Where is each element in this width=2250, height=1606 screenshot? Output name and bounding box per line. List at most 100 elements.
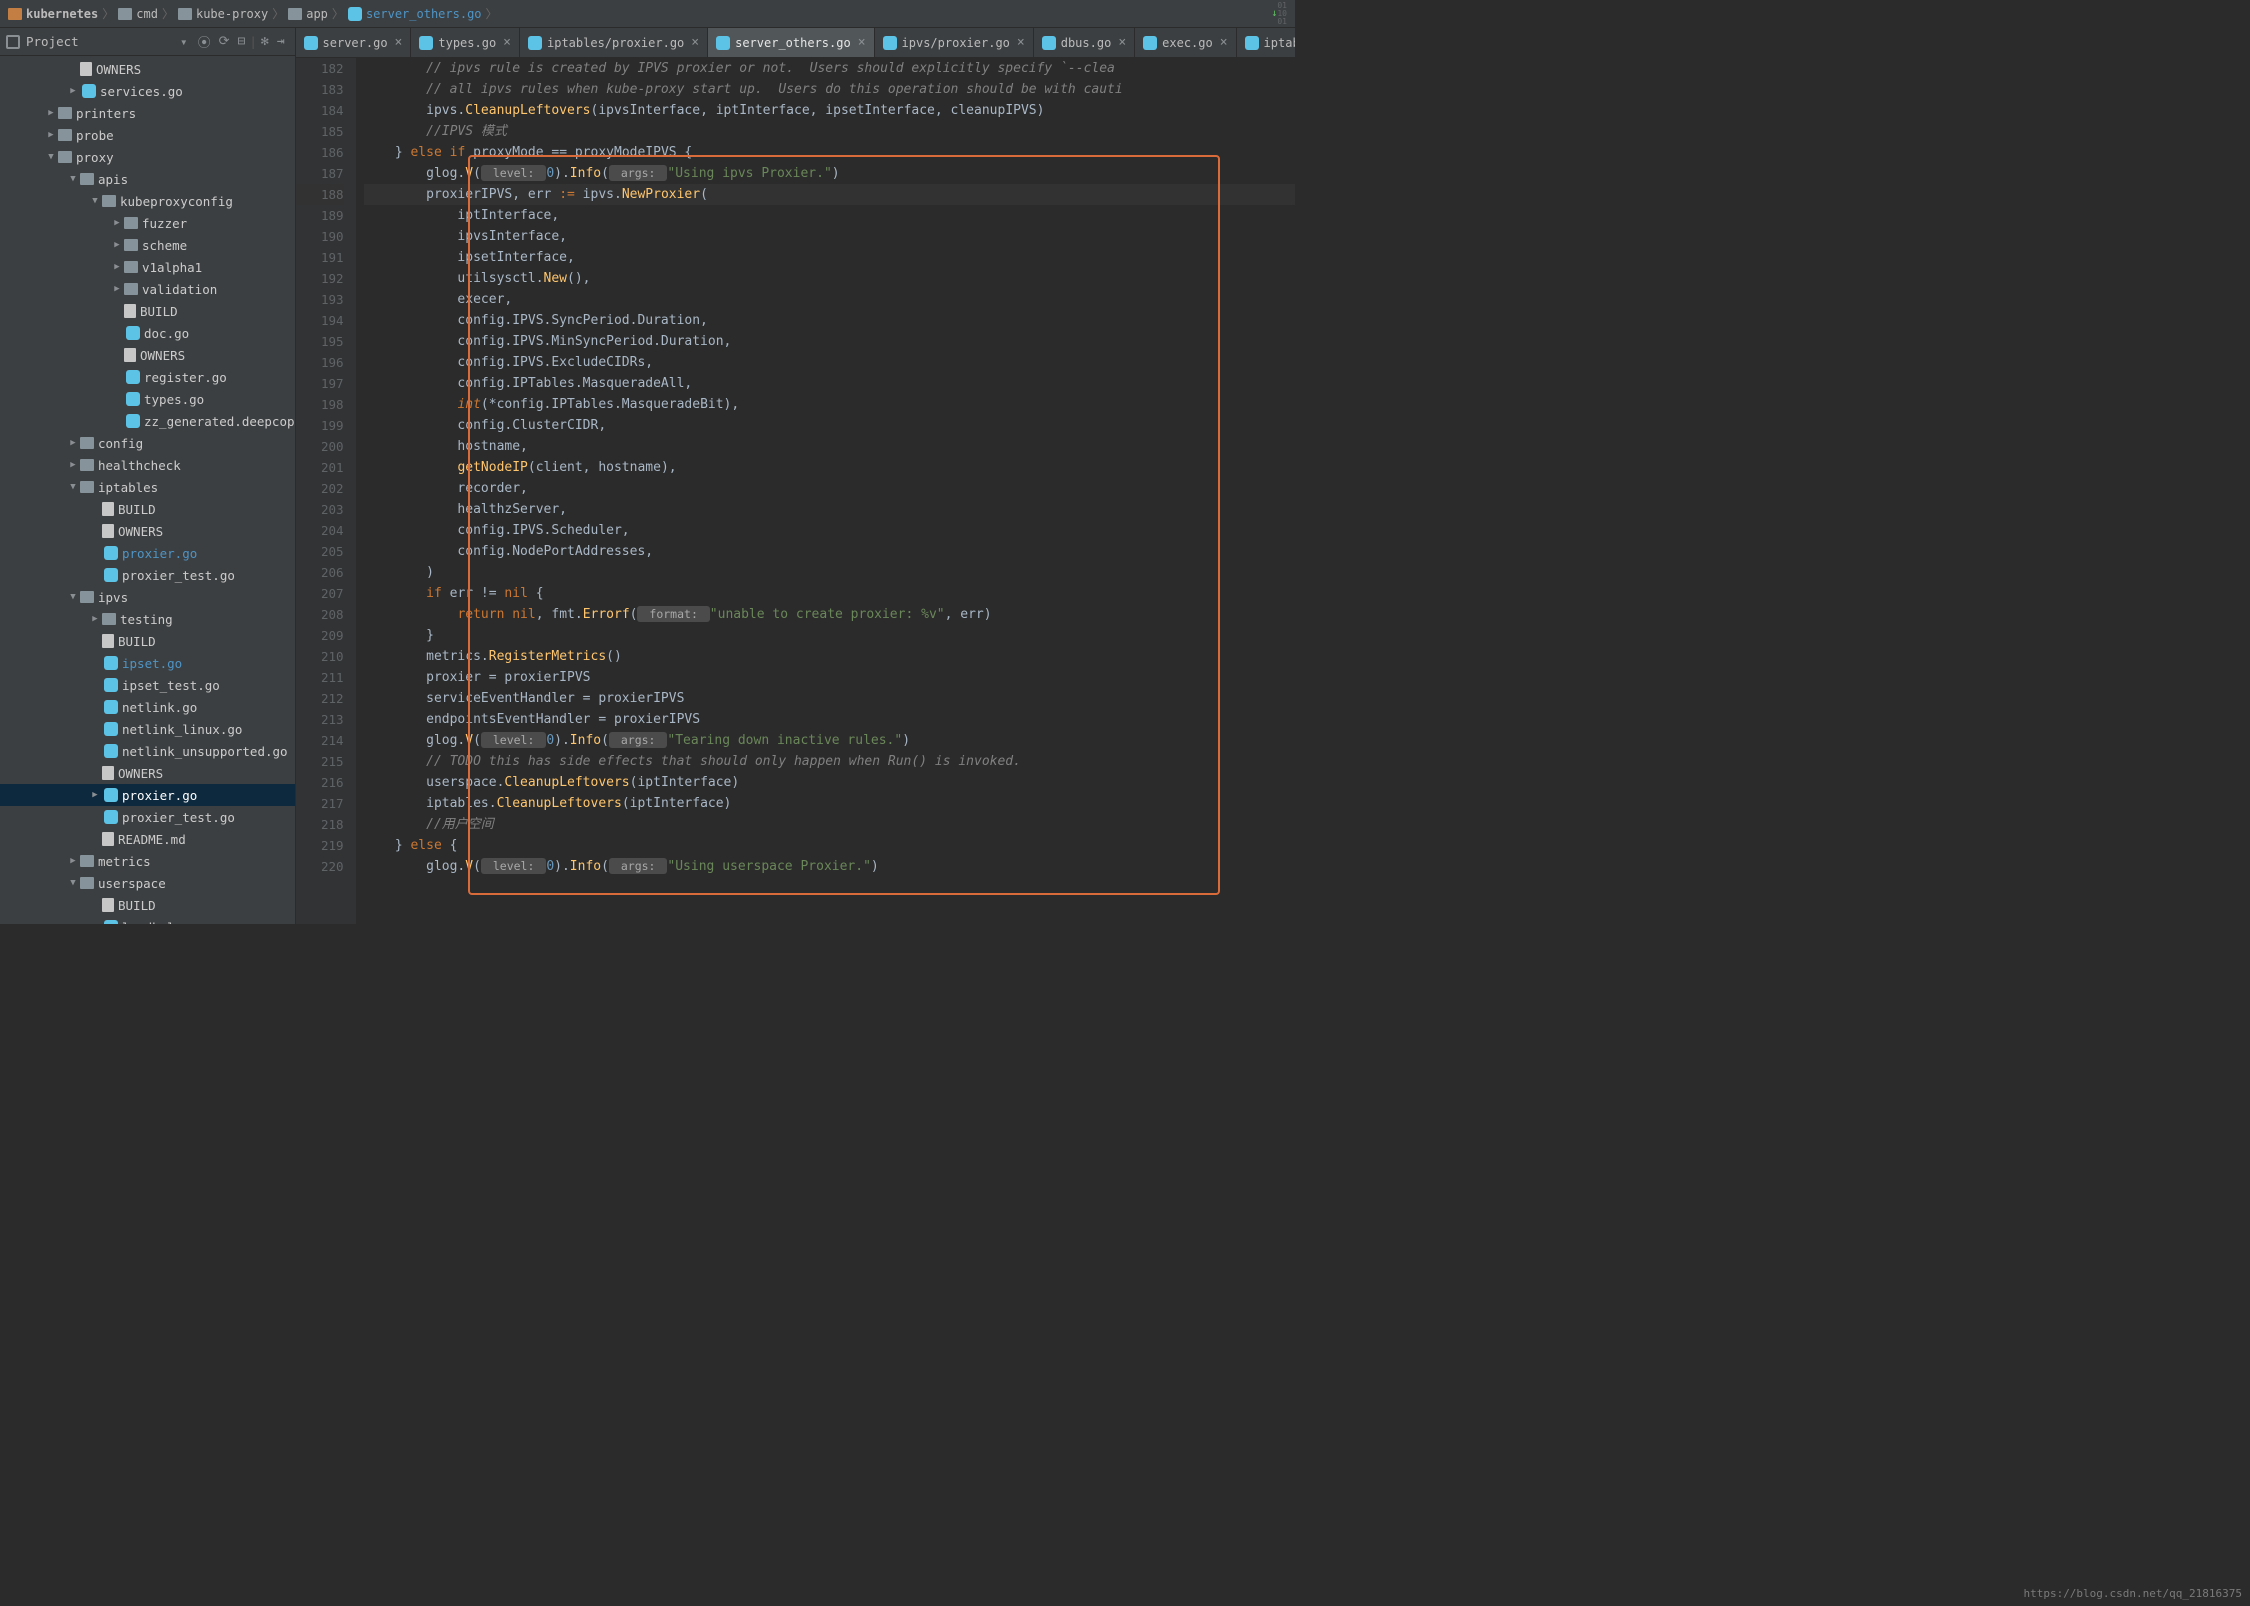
tab-iptables-proxier-go[interactable]: iptables/proxier.go× <box>520 28 708 57</box>
tree-item-printers[interactable]: ▶printers <box>0 102 295 124</box>
tree-item-doc-go[interactable]: ▶doc.go <box>0 322 295 344</box>
line-gutter: 1821831841851861871881891901911921931941… <box>296 58 356 924</box>
tree-item-BUILD[interactable]: ▶BUILD <box>0 630 295 652</box>
tree-item-README-md[interactable]: ▶README.md <box>0 828 295 850</box>
go-file-icon <box>104 546 118 560</box>
tree-item-services-go[interactable]: ▶services.go <box>0 80 295 102</box>
chevron-right-icon[interactable]: ▶ <box>66 460 80 470</box>
tree-item-ipset-test-go[interactable]: ▶ipset_test.go <box>0 674 295 696</box>
tree-item-scheme[interactable]: ▶scheme <box>0 234 295 256</box>
tree-item-BUILD[interactable]: ▶BUILD <box>0 498 295 520</box>
chevron-right-icon[interactable]: ▶ <box>110 262 124 272</box>
go-file-icon <box>104 810 118 824</box>
tree-item-validation[interactable]: ▶validation <box>0 278 295 300</box>
go-file-icon <box>82 84 96 98</box>
tree-item-proxier-test-go[interactable]: ▶proxier_test.go <box>0 564 295 586</box>
scroll-from-source-icon[interactable]: ⦿ <box>194 32 215 51</box>
tree-item-OWNERS[interactable]: ▶OWNERS <box>0 520 295 542</box>
tab-dbus-go[interactable]: dbus.go× <box>1034 28 1135 57</box>
tree-item-BUILD[interactable]: ▶BUILD <box>0 894 295 916</box>
close-icon[interactable]: × <box>1017 35 1025 50</box>
tab-server_others-go[interactable]: server_others.go× <box>708 28 874 57</box>
bc-4[interactable]: server_others.go <box>348 7 482 21</box>
tree-item-proxier-go[interactable]: ▶proxier.go <box>0 542 295 564</box>
tab-server-go[interactable]: server.go× <box>296 28 412 57</box>
tree-item-iptables[interactable]: ▼iptables <box>0 476 295 498</box>
tree-item-OWNERS[interactable]: ▶OWNERS <box>0 344 295 366</box>
bc-0[interactable]: kubernetes <box>8 7 98 21</box>
chevron-down-icon[interactable]: ▼ <box>44 152 58 162</box>
close-icon[interactable]: × <box>1118 35 1126 50</box>
project-label[interactable]: Project <box>26 34 180 49</box>
chevron-down-icon[interactable]: ▼ <box>66 482 80 492</box>
tree-item-v1alpha1[interactable]: ▶v1alpha1 <box>0 256 295 278</box>
tree-item-probe[interactable]: ▶probe <box>0 124 295 146</box>
close-icon[interactable]: × <box>395 35 403 50</box>
chevron-down-icon[interactable]: ▼ <box>66 174 80 184</box>
folder-icon <box>102 613 116 625</box>
folder-icon <box>80 173 94 185</box>
editor-tabs[interactable]: server.go×types.go×iptables/proxier.go×s… <box>296 28 1295 58</box>
collapse-icon[interactable]: ⇥ <box>273 34 289 49</box>
project-tree[interactable]: ▶OWNERS▶services.go▶printers▶probe▼proxy… <box>0 56 295 924</box>
pin-icon[interactable]: ⊟ <box>234 34 250 49</box>
tab-exec-go[interactable]: exec.go× <box>1135 28 1236 57</box>
tree-item-proxy[interactable]: ▼proxy <box>0 146 295 168</box>
chevron-right-icon[interactable]: ▶ <box>66 438 80 448</box>
tree-item-zz-generated-deepcop[interactable]: ▶zz_generated.deepcop <box>0 410 295 432</box>
tree-item-register-go[interactable]: ▶register.go <box>0 366 295 388</box>
tree-item-ipvs[interactable]: ▼ipvs <box>0 586 295 608</box>
tree-item-loadbalancer-go[interactable]: ▶loadbalancer.go <box>0 916 295 924</box>
folder-icon <box>102 195 116 207</box>
tree-item-types-go[interactable]: ▶types.go <box>0 388 295 410</box>
refresh-icon[interactable]: ⟳ <box>215 34 234 49</box>
tab-ipvs-proxier-go[interactable]: ipvs/proxier.go× <box>875 28 1034 57</box>
chevron-right-icon[interactable]: ▶ <box>110 218 124 228</box>
folder-icon <box>124 217 138 229</box>
chevron-down-icon[interactable]: ▼ <box>88 196 102 206</box>
chevron-right-icon[interactable]: ▶ <box>66 856 80 866</box>
close-icon[interactable]: × <box>1220 35 1228 50</box>
bc-1[interactable]: cmd <box>118 7 158 21</box>
chevron-right-icon[interactable]: ▶ <box>88 614 102 624</box>
code-area[interactable]: // ipvs rule is created by IPVS proxier … <box>356 58 1295 924</box>
tree-item-proxier-go[interactable]: ▶proxier.go <box>0 784 295 806</box>
tree-item-netlink-linux-go[interactable]: ▶netlink_linux.go <box>0 718 295 740</box>
breadcrumbs: kubernetes 〉 cmd 〉 kube-proxy 〉 app 〉 se… <box>0 0 1295 28</box>
tab-types-go[interactable]: types.go× <box>411 28 520 57</box>
tree-item-kubeproxyconfig[interactable]: ▼kubeproxyconfig <box>0 190 295 212</box>
chevron-down-icon[interactable]: ▼ <box>66 592 80 602</box>
file-icon <box>102 832 114 846</box>
chevron-right-icon[interactable]: ▶ <box>110 240 124 250</box>
tree-item-OWNERS[interactable]: ▶OWNERS <box>0 58 295 80</box>
tree-item-netlink-unsupported-go[interactable]: ▶netlink_unsupported.go <box>0 740 295 762</box>
bc-3[interactable]: app <box>288 7 328 21</box>
tree-item-config[interactable]: ▶config <box>0 432 295 454</box>
tree-item-fuzzer[interactable]: ▶fuzzer <box>0 212 295 234</box>
tree-item-netlink-go[interactable]: ▶netlink.go <box>0 696 295 718</box>
tree-item-apis[interactable]: ▼apis <box>0 168 295 190</box>
gear-icon[interactable]: ✻ <box>257 34 273 49</box>
tree-item-ipset-go[interactable]: ▶ipset.go <box>0 652 295 674</box>
tree-item-healthcheck[interactable]: ▶healthcheck <box>0 454 295 476</box>
tree-item-BUILD[interactable]: ▶BUILD <box>0 300 295 322</box>
tree-item-userspace[interactable]: ▼userspace <box>0 872 295 894</box>
go-file-icon <box>104 700 118 714</box>
tree-item-metrics[interactable]: ▶metrics <box>0 850 295 872</box>
file-icon <box>102 898 114 912</box>
chevron-right-icon[interactable]: ▶ <box>66 86 80 96</box>
file-icon <box>102 502 114 516</box>
bc-2[interactable]: kube-proxy <box>178 7 268 21</box>
close-icon[interactable]: × <box>858 35 866 50</box>
tree-item-proxier-test-go[interactable]: ▶proxier_test.go <box>0 806 295 828</box>
chevron-right-icon[interactable]: ▶ <box>44 108 58 118</box>
chevron-right-icon[interactable]: ▶ <box>44 130 58 140</box>
chevron-down-icon[interactable]: ▼ <box>66 878 80 888</box>
tree-item-OWNERS[interactable]: ▶OWNERS <box>0 762 295 784</box>
close-icon[interactable]: × <box>503 35 511 50</box>
chevron-right-icon[interactable]: ▶ <box>110 284 124 294</box>
close-icon[interactable]: × <box>691 35 699 50</box>
tab-iptable[interactable]: iptable× <box>1237 28 1295 57</box>
chevron-right-icon[interactable]: ▶ <box>88 790 102 800</box>
tree-item-testing[interactable]: ▶testing <box>0 608 295 630</box>
